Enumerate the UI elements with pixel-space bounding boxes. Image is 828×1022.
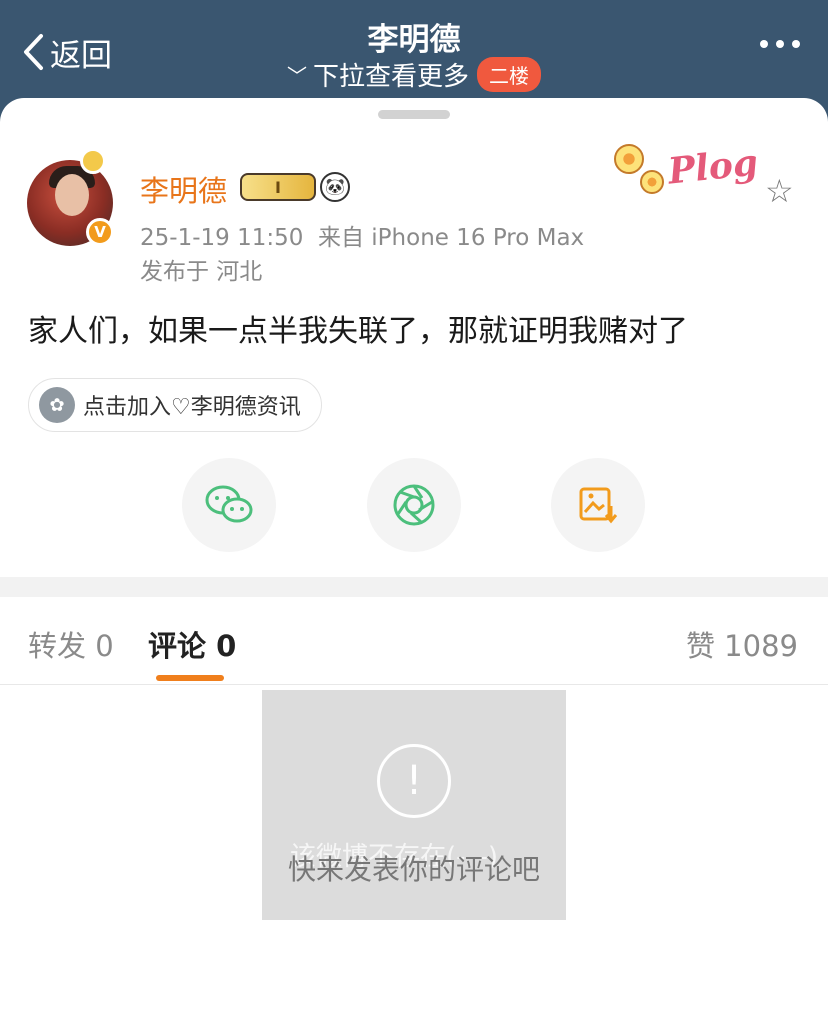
empty-comments-message: 快来发表你的评论吧: [287, 853, 540, 886]
share-moments-button[interactable]: [367, 458, 461, 552]
dot-icon: [776, 40, 784, 48]
tab-comment[interactable]: 评论 0: [148, 623, 236, 665]
chevron-down-icon: ﹀: [286, 64, 307, 88]
dot-icon: [792, 40, 800, 48]
pull-down-hint[interactable]: ﹀ 下拉查看更多 二楼: [0, 56, 828, 93]
flower-icon: [640, 170, 664, 194]
page-title: 李明德: [367, 22, 461, 58]
flower-icon: [614, 144, 644, 174]
section-divider: [0, 577, 828, 597]
username[interactable]: 李明德: [140, 168, 227, 210]
save-image-icon: [579, 487, 618, 524]
plog-sticker: Plog: [608, 140, 766, 204]
post-location: 发布于 河北: [140, 259, 263, 285]
share-wechat-button[interactable]: [182, 458, 276, 552]
tab-like[interactable]: 赞 1089: [686, 623, 798, 665]
active-tab-indicator: [156, 675, 224, 681]
exclamation-icon: !: [377, 744, 451, 818]
second-floor-badge[interactable]: 二楼: [477, 57, 541, 92]
level-badge-text: I: [275, 177, 281, 197]
tabs-separator: [0, 684, 828, 685]
plog-sticker-text: Plog: [666, 141, 760, 193]
more-options-button[interactable]: [760, 40, 800, 48]
save-image-button[interactable]: [551, 458, 645, 552]
verified-badge-icon: V: [86, 218, 114, 246]
tab-repost[interactable]: 转发 0: [28, 623, 114, 665]
group-icon: ✿: [39, 387, 75, 423]
wechat-icon: [205, 485, 253, 523]
dot-icon: [760, 40, 768, 48]
post-source: 来自 iPhone 16 Pro Max: [317, 225, 585, 251]
post-sheet: V 李明德 I 🐼 25-1-19 11:50 来自 iPhone 16 Pro…: [0, 98, 828, 1022]
timestamp: 25-1-19 11:50: [140, 225, 304, 251]
empty-comments-toast: ! 该微博不存在(-_-) 快来发表你的评论吧: [262, 690, 566, 920]
post-content: 家人们，如果一点半我失联了，那就证明我赌对了: [28, 314, 688, 349]
crown-level-badge[interactable]: I: [240, 173, 316, 201]
pull-hint-label: 下拉查看更多: [312, 62, 469, 92]
moments-icon: [393, 484, 435, 526]
fan-group-chip[interactable]: ✿ 点击加入♡李明德资讯: [28, 378, 322, 432]
drag-handle[interactable]: [378, 110, 450, 119]
favorite-star-icon[interactable]: ☆: [765, 172, 794, 210]
panda-icon: 🐼: [320, 172, 350, 202]
avatar-decoration-icon: [80, 148, 106, 174]
fan-group-label: 点击加入♡李明德资讯: [83, 395, 301, 420]
avatar-face: [55, 174, 89, 216]
post-meta: 25-1-19 11:50 来自 iPhone 16 Pro Max: [140, 218, 584, 252]
